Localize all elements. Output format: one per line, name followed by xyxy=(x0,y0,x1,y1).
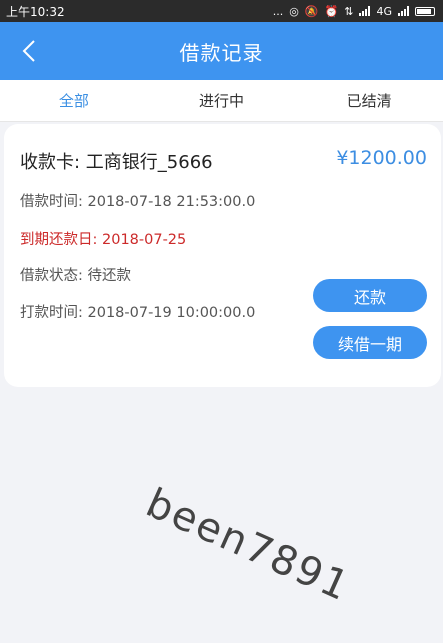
nfc-icon: ◎ xyxy=(289,4,299,18)
loan-record-card: 收款卡: 工商银行_5666 ¥1200.00 借款时间: 2018-07-18… xyxy=(4,124,441,387)
data-transfer-icon: ⇅ xyxy=(344,4,354,18)
loan-time: 借款时间: 2018-07-18 21:53:00.0 xyxy=(20,194,256,210)
tab-bar: 全部 进行中 已结清 xyxy=(0,80,443,122)
battery-icon xyxy=(415,6,435,16)
status-time: 上午10:32 xyxy=(6,4,65,19)
silent-icon: 🔕 xyxy=(304,4,319,18)
receiving-card-label: 收款卡: 工商银行_5666 xyxy=(20,152,213,173)
payout-time: 打款时间: 2018-07-19 10:00:00.0 xyxy=(20,305,256,321)
back-button[interactable] xyxy=(16,38,42,64)
signal-icon-2 xyxy=(398,6,409,16)
status-icons: ... ◎ 🔕 ⏰ ⇅ 4G xyxy=(273,6,435,17)
signal-icon xyxy=(359,6,371,16)
alarm-icon: ⏰ xyxy=(324,4,339,18)
tab-all[interactable]: 全部 xyxy=(0,80,148,121)
loan-status: 借款状态: 待还款 xyxy=(20,268,131,284)
tab-in-progress[interactable]: 进行中 xyxy=(148,80,296,121)
page-title: 借款记录 xyxy=(179,40,264,65)
repay-button[interactable]: 还款 xyxy=(313,279,427,312)
loan-amount: ¥1200.00 xyxy=(336,147,427,169)
chevron-left-icon xyxy=(22,40,35,62)
more-dots-icon: ... xyxy=(272,4,284,18)
watermark-text: been7891 xyxy=(139,480,357,611)
tab-settled[interactable]: 已结清 xyxy=(295,80,443,121)
network-type: 4G xyxy=(376,4,392,18)
nav-header: 借款记录 xyxy=(0,22,443,80)
due-date: 到期还款日: 2018-07-25 xyxy=(20,232,187,248)
status-bar: 上午10:32 ... ◎ 🔕 ⏰ ⇅ 4G xyxy=(0,0,443,22)
extend-loan-button[interactable]: 续借一期 xyxy=(313,326,427,359)
